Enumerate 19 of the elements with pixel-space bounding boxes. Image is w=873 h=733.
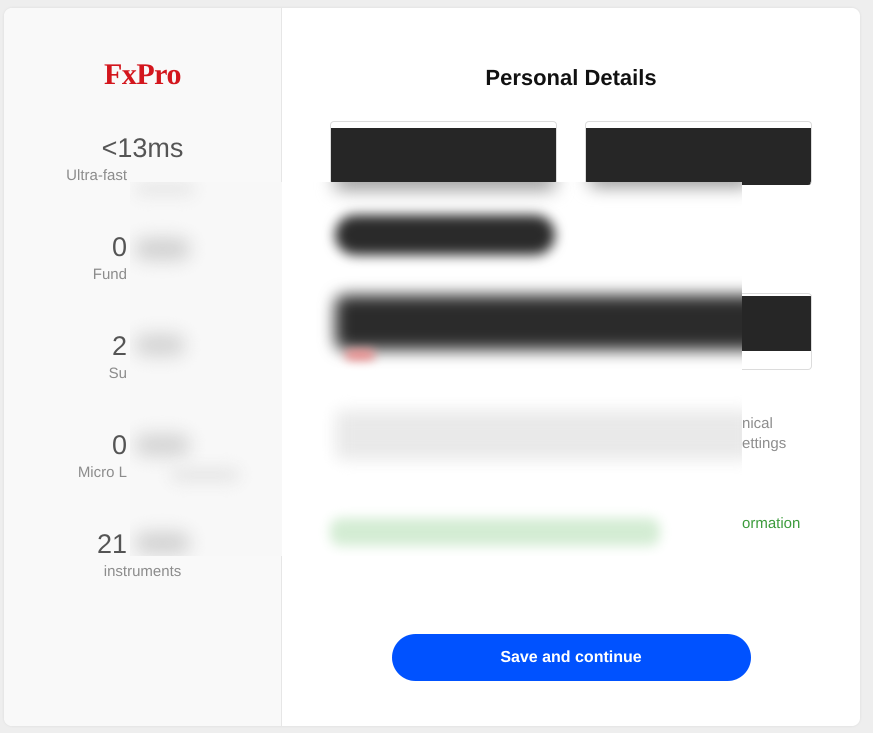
form-title: Personal Details xyxy=(485,65,657,90)
stat-value: <13ms xyxy=(102,133,184,163)
input-field[interactable] xyxy=(585,121,812,185)
stat-label: Su xyxy=(108,365,127,382)
stat-value: 2 xyxy=(112,331,127,361)
stat-label: Ultra-fast xyxy=(66,167,127,184)
stat-value: 0 xyxy=(112,232,127,262)
notice-text: ettings xyxy=(742,435,786,452)
input-field[interactable] xyxy=(330,121,557,185)
input-field[interactable] xyxy=(742,293,812,370)
stat-label: Micro L xyxy=(78,464,127,481)
stat-value: 21 xyxy=(96,529,127,559)
stat-value: 0 xyxy=(112,430,127,460)
stat-label: Fund xyxy=(92,266,127,283)
notice-text: nical xyxy=(742,415,773,432)
save-button[interactable]: Save and continue xyxy=(392,634,750,681)
brand-logo: FxPro xyxy=(104,58,181,91)
stat-label: instruments xyxy=(104,563,182,580)
status-text: ormation xyxy=(742,515,800,532)
